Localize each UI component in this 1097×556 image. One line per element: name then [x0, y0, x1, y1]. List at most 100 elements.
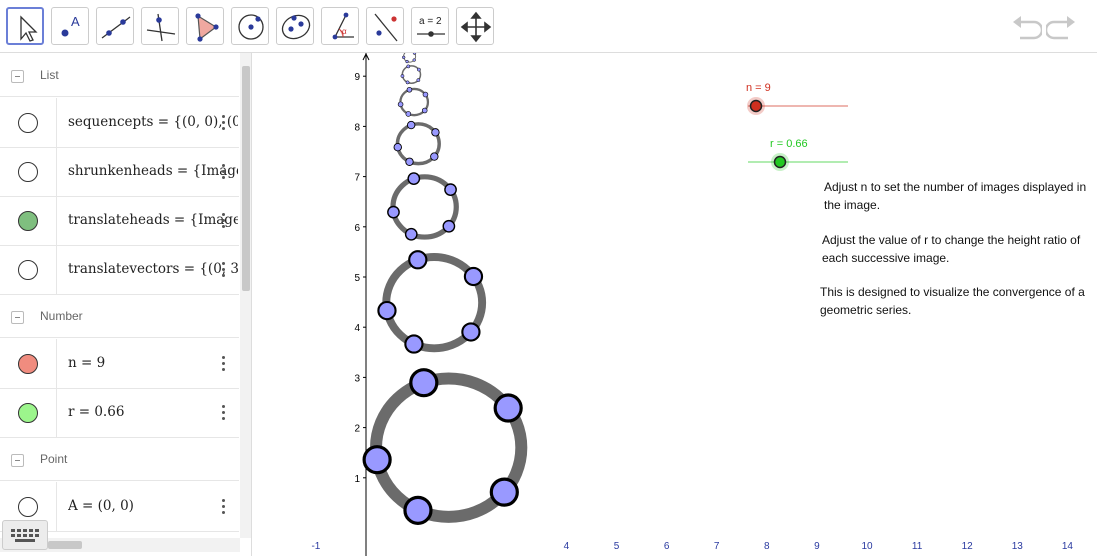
graphics-view[interactable]: 12345678910-14567891011121314n = 9r = 0.… — [252, 22, 1097, 556]
point-tool-button[interactable]: A — [51, 7, 89, 45]
point[interactable] — [412, 58, 416, 62]
collapse-icon[interactable] — [11, 311, 24, 324]
point[interactable] — [409, 368, 439, 398]
move-tool-button[interactable] — [6, 7, 44, 45]
point[interactable] — [442, 219, 456, 233]
visibility-toggle[interactable] — [18, 113, 38, 133]
figure-6 — [400, 64, 422, 85]
point[interactable] — [397, 101, 404, 108]
collapse-icon[interactable] — [11, 454, 24, 467]
point[interactable] — [406, 120, 416, 130]
point[interactable] — [405, 157, 414, 166]
angle-tool-button[interactable]: α — [321, 7, 359, 45]
y-tick-label: 8 — [354, 122, 360, 133]
x-tick-label: 4 — [564, 541, 570, 552]
visibility-toggle[interactable] — [18, 260, 38, 280]
visibility-toggle[interactable] — [18, 403, 38, 423]
collapse-icon[interactable] — [11, 70, 24, 83]
algebra-item[interactable]: shrunkenheads = {Image, Ima — [0, 147, 239, 197]
point[interactable] — [407, 172, 421, 185]
more-options-icon[interactable] — [218, 161, 228, 183]
point[interactable] — [430, 152, 439, 161]
perpendicular-tool-button[interactable] — [141, 7, 179, 45]
point[interactable] — [400, 74, 405, 78]
algebra-vertical-scrollbar[interactable] — [240, 53, 251, 538]
x-tick-label: 5 — [614, 541, 620, 552]
point[interactable] — [416, 78, 421, 82]
point[interactable] — [421, 107, 428, 114]
algebra-item[interactable]: translatevectors = {(0, 3.45), ( — [0, 245, 239, 295]
point[interactable] — [422, 91, 429, 98]
move-view-tool-button[interactable] — [456, 7, 494, 45]
undo-icon[interactable] — [1010, 12, 1042, 40]
point[interactable] — [489, 477, 519, 507]
algebra-item[interactable]: r = 0.66 — [0, 388, 239, 438]
point[interactable] — [406, 86, 413, 93]
visibility-toggle[interactable] — [18, 354, 38, 374]
point[interactable] — [377, 300, 397, 321]
point[interactable] — [362, 445, 392, 475]
algebra-expression[interactable]: n = 9 — [68, 355, 238, 371]
slider-tool-button[interactable]: a = 2 — [411, 7, 449, 45]
group-header-list[interactable]: List — [0, 53, 239, 97]
more-options-icon[interactable] — [218, 210, 228, 232]
point[interactable] — [431, 128, 440, 137]
algebra-expression[interactable]: r = 0.66 — [68, 404, 238, 420]
x-tick-label: 14 — [1062, 541, 1074, 552]
point[interactable] — [408, 250, 428, 270]
visibility-toggle[interactable] — [18, 162, 38, 182]
divider — [56, 98, 57, 148]
algebra-item[interactable]: sequencepts = {(0, 0), (0, 3.4 — [0, 98, 239, 148]
slider-n-knob[interactable] — [749, 99, 763, 113]
divider — [56, 196, 57, 246]
algebra-expression[interactable]: translateheads = {Image, Ima — [68, 212, 238, 228]
description-text: This is designed to visualize the conver… — [820, 285, 1085, 317]
visibility-toggle[interactable] — [18, 497, 38, 517]
polygon-tool-button[interactable] — [186, 7, 224, 45]
line-icon — [101, 16, 131, 39]
keyboard-toggle-button[interactable] — [2, 520, 48, 550]
group-title: Point — [40, 452, 68, 466]
point[interactable] — [404, 334, 424, 354]
point[interactable] — [405, 111, 412, 117]
more-options-icon[interactable] — [218, 353, 228, 375]
algebra-item[interactable]: n = 9 — [0, 339, 239, 389]
group-header-point[interactable]: Point — [0, 437, 239, 481]
line-tool-button[interactable] — [96, 7, 134, 45]
point[interactable] — [403, 495, 433, 525]
more-options-icon[interactable] — [218, 402, 228, 424]
x-tick-label: 7 — [714, 541, 720, 552]
reflect-tool-button[interactable] — [366, 7, 404, 45]
algebra-item[interactable]: translateheads = {Image, Ima — [0, 196, 239, 246]
algebra-expression[interactable]: sequencepts = {(0, 0), (0, 3.4 — [68, 114, 238, 130]
group-header-number[interactable]: Number — [0, 294, 239, 338]
point[interactable] — [387, 205, 400, 219]
point[interactable] — [463, 266, 484, 287]
scrollbar-thumb[interactable] — [242, 66, 250, 291]
point[interactable] — [412, 51, 417, 55]
y-tick-label: 7 — [354, 173, 360, 184]
point[interactable] — [405, 59, 409, 64]
redo-icon[interactable] — [1046, 12, 1078, 40]
point[interactable] — [444, 183, 457, 197]
point[interactable] — [416, 67, 421, 72]
slider-r-knob[interactable] — [773, 155, 787, 169]
more-options-icon[interactable] — [218, 496, 228, 518]
ellipse-tool-button[interactable] — [276, 7, 314, 45]
more-options-icon[interactable] — [218, 259, 228, 281]
point[interactable] — [461, 322, 481, 342]
algebra-expression[interactable]: shrunkenheads = {Image, Ima — [68, 163, 238, 179]
circle-tool-button[interactable] — [231, 7, 269, 45]
point[interactable] — [404, 227, 418, 241]
algebra-expression[interactable]: A = (0, 0) — [68, 498, 238, 514]
algebra-expression[interactable]: translatevectors = {(0, 3.45), ( — [68, 261, 238, 277]
point[interactable] — [405, 80, 410, 85]
more-options-icon[interactable] — [218, 112, 228, 134]
scrollbar-thumb[interactable] — [48, 541, 82, 549]
slider-tool-label: a = 2 — [419, 16, 442, 27]
point[interactable] — [493, 393, 523, 423]
point[interactable] — [402, 55, 406, 60]
point[interactable] — [393, 143, 402, 152]
point[interactable] — [406, 64, 411, 69]
visibility-toggle[interactable] — [18, 211, 38, 231]
